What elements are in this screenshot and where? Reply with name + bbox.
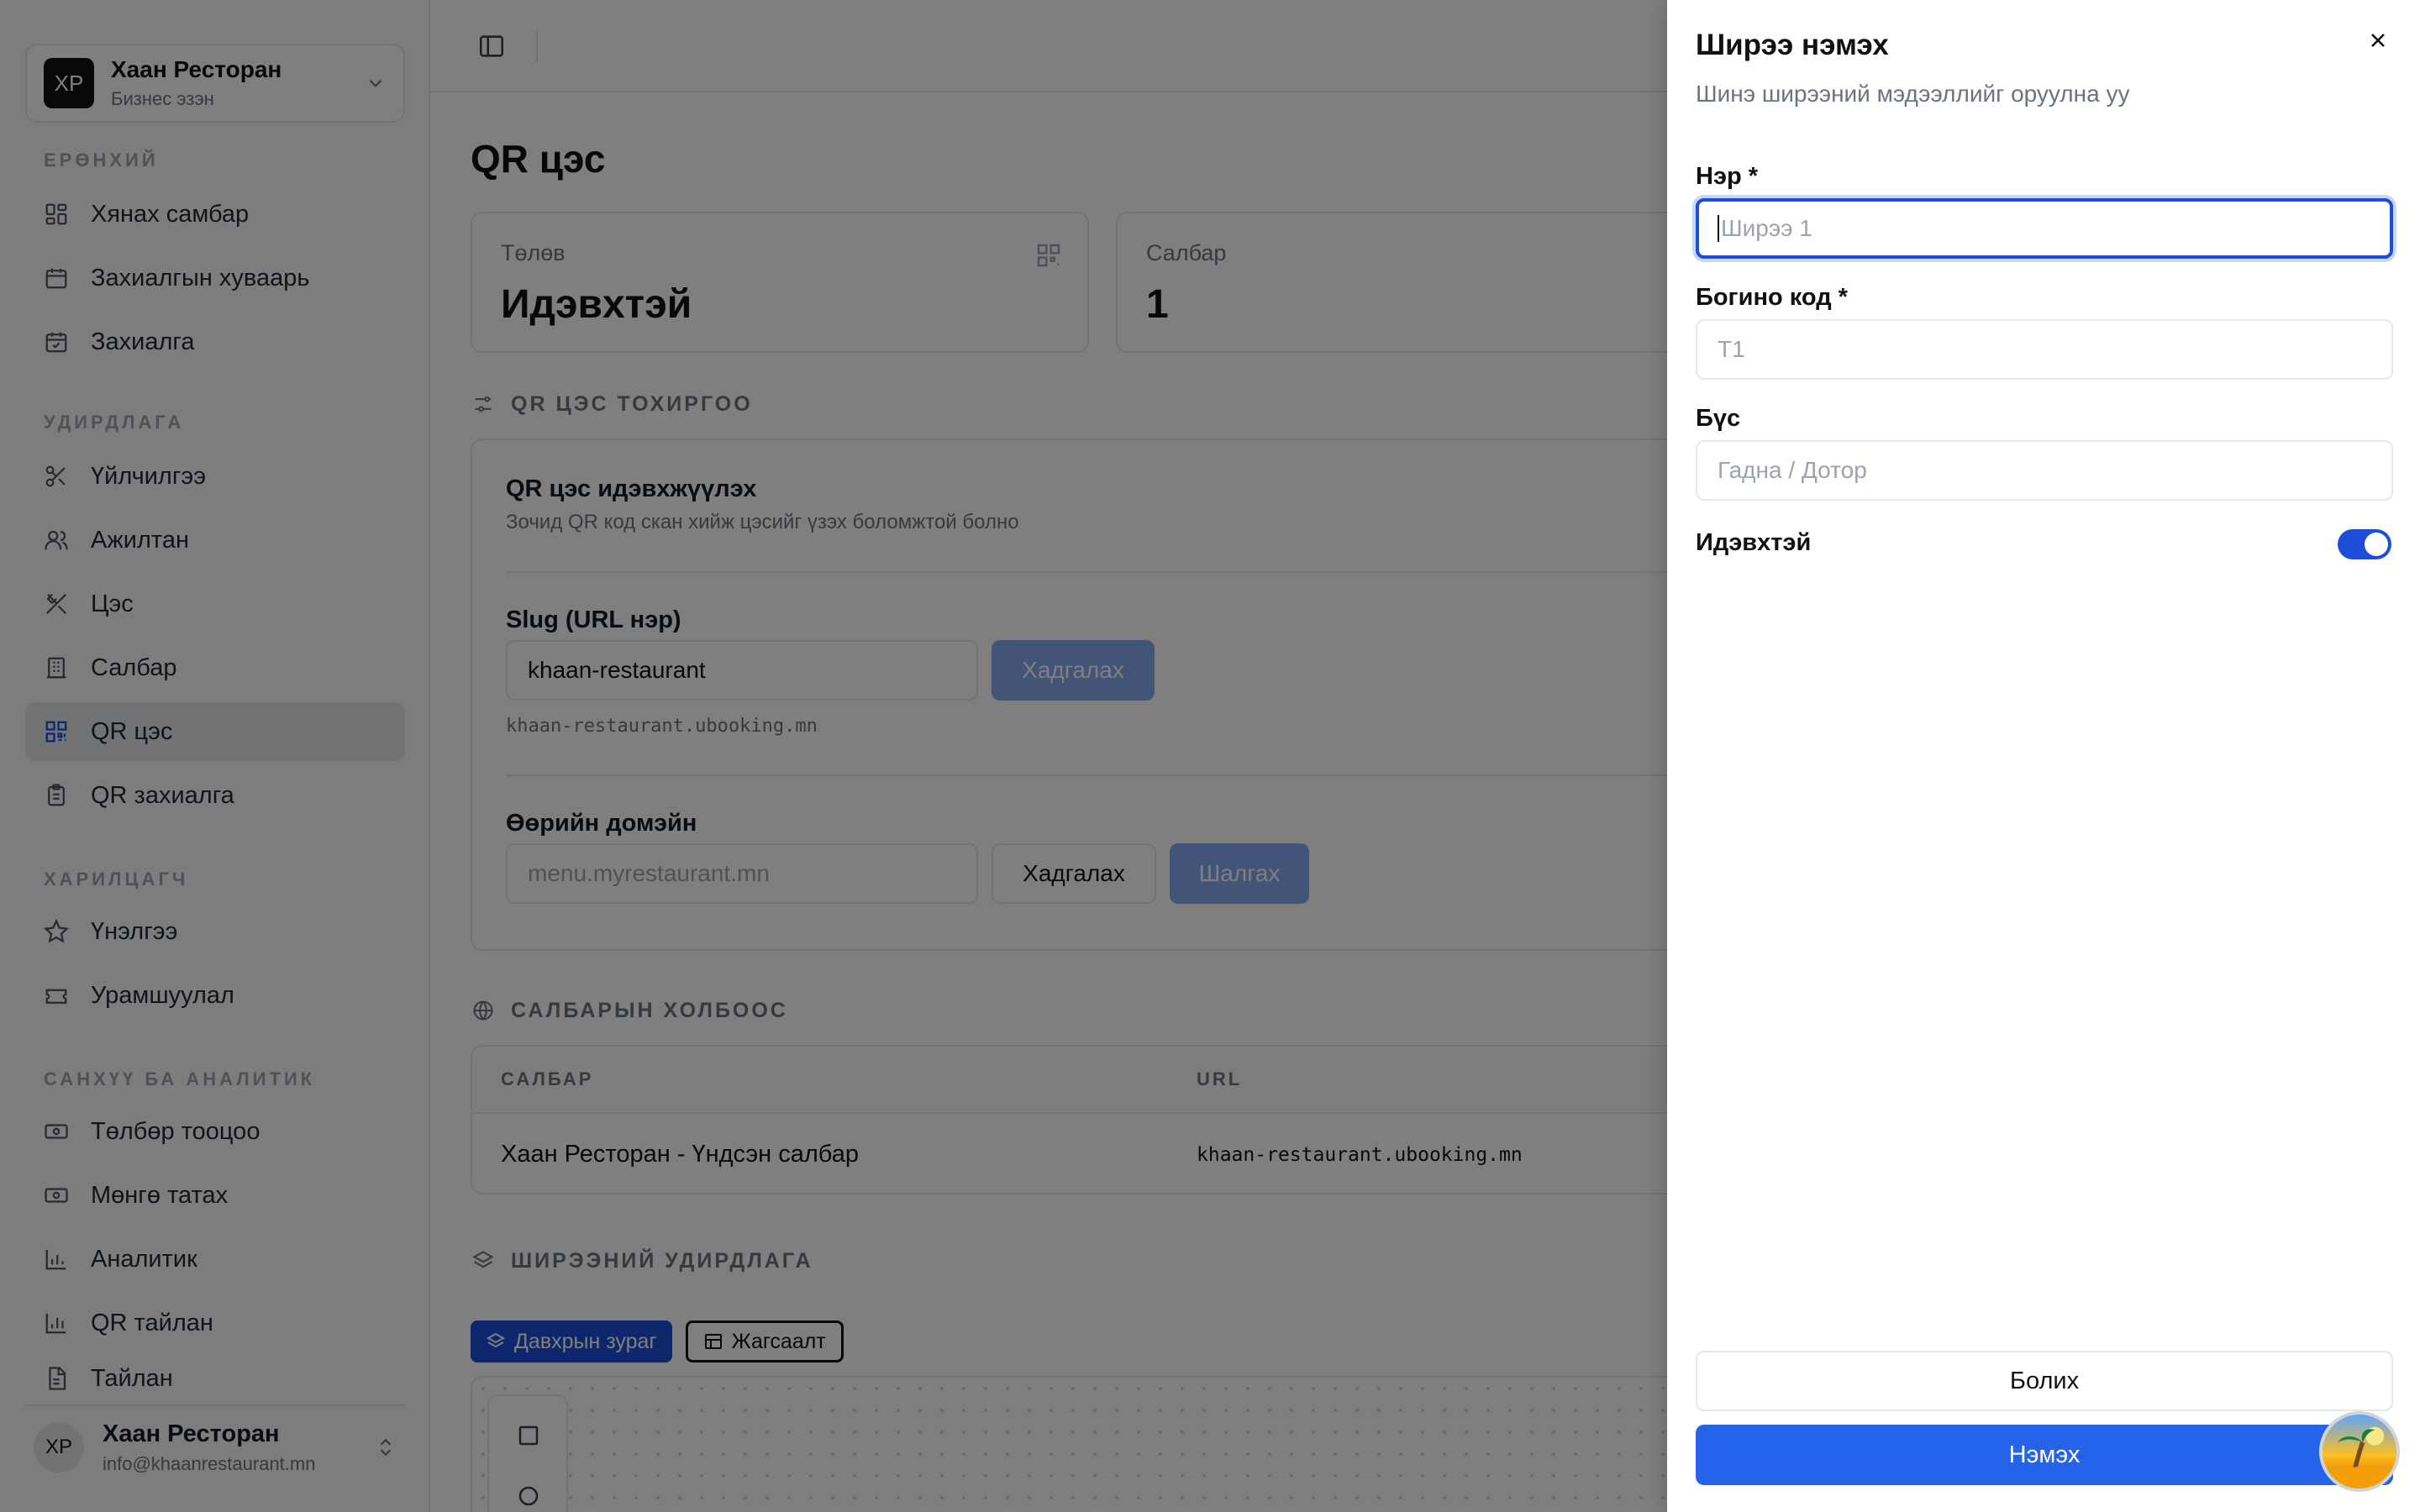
drawer-title: Ширээ нэмэх [1696,29,1889,61]
app-root: XP Хаан Ресторан Бизнес эзэн ЕРӨНХИЙ Хян… [0,0,2420,1512]
close-icon [2371,34,2385,47]
code-placeholder: T1 [1718,336,1745,362]
add-table-drawer: Ширээ нэмэх Шинэ ширээний мэдээллийг ору… [1667,0,2420,1512]
name-placeholder: Ширээ 1 [1721,215,1812,241]
name-input[interactable]: Ширээ 1 [1696,198,2393,259]
zone-label: Бүс [1696,405,1741,432]
cancel-button[interactable]: Болих [1696,1351,2393,1411]
toggle-knob [2365,533,2388,556]
active-toggle[interactable] [2338,529,2391,559]
code-label: Богино код * [1696,284,1848,311]
assistant-avatar-button[interactable] [2319,1411,2400,1492]
code-input[interactable]: T1 [1696,319,2393,380]
active-label: Идэвхтэй [1696,529,1812,556]
text-caret [1718,215,1719,242]
add-button[interactable]: Нэмэх [1696,1425,2393,1485]
zone-placeholder: Гадна / Дотор [1718,457,1867,483]
name-label: Нэр * [1696,163,1759,190]
zone-input[interactable]: Гадна / Дотор [1696,440,2393,501]
drawer-subtitle: Шинэ ширээний мэдээллийг оруулна уу [1696,81,2130,107]
palm-beach-icon [2323,1426,2396,1488]
close-button[interactable] [2365,27,2391,54]
